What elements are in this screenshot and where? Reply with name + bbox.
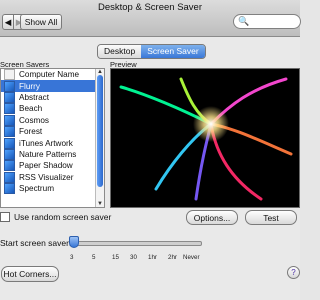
window-title: Desktop & Screen Saver	[97, 2, 203, 13]
screen-saver-list[interactable]: Computer Name Flurry Abstract Beach Cosm…	[0, 68, 105, 208]
start-slider-thumb[interactable]	[69, 236, 79, 248]
toolbar: Desktop & Screen Saver ◀ ▶ Show All 🔍	[0, 0, 301, 37]
list-item[interactable]: iTunes Artwork	[1, 137, 104, 149]
tick-label: 5	[92, 254, 96, 261]
search-field[interactable]: 🔍	[233, 14, 301, 29]
tick-label: 3	[70, 254, 74, 261]
list-item-label: Flurry	[19, 81, 40, 91]
list-item[interactable]: Beach	[1, 103, 104, 115]
random-screensaver-label: Use random screen saver	[14, 212, 112, 222]
list-item[interactable]: Computer Name	[1, 69, 104, 81]
list-item[interactable]: Flurry	[1, 80, 104, 92]
list-scrollbar[interactable]: ▲ ▼	[95, 69, 104, 207]
start-screensaver-label: Start screen saver:	[0, 238, 72, 248]
spectrum-icon	[4, 183, 15, 195]
list-item-label: Cosmos	[19, 115, 50, 125]
list-item-label: Paper Shadow	[19, 161, 73, 171]
list-item[interactable]: Spectrum	[1, 183, 104, 195]
list-item[interactable]: Cosmos	[1, 114, 104, 126]
list-item[interactable]: Nature Patterns	[1, 148, 104, 160]
list-item-label: Spectrum	[19, 184, 55, 194]
rss-visualizer-icon	[4, 171, 15, 183]
computer-name-icon	[4, 69, 15, 81]
list-item[interactable]: Abstract	[1, 91, 104, 103]
tab-screen-saver[interactable]: Screen Saver	[141, 45, 205, 58]
flurry-preview-image	[111, 69, 299, 207]
list-item-label: Beach	[19, 104, 43, 114]
screen-saver-window: Desktop & Screen Saver ◀ ▶ Show All 🔍 De…	[0, 0, 301, 300]
list-item-label: Nature Patterns	[19, 149, 77, 159]
list-item[interactable]: RSS Visualizer	[1, 171, 104, 183]
help-icon: ?	[291, 268, 296, 277]
list-item-label: Forest	[19, 127, 43, 137]
test-button[interactable]: Test	[245, 210, 297, 225]
nature-patterns-icon	[4, 148, 15, 160]
random-screensaver-checkbox[interactable]	[0, 212, 10, 222]
preview-pane	[110, 68, 300, 208]
scroll-down-icon[interactable]: ▼	[96, 201, 104, 207]
itunes-artwork-icon	[4, 137, 15, 149]
hot-corners-button[interactable]: Hot Corners...	[1, 266, 59, 282]
abstract-icon	[4, 91, 15, 103]
list-item[interactable]: Forest	[1, 126, 104, 138]
scroll-thumb[interactable]	[97, 75, 103, 187]
flurry-icon	[4, 80, 15, 92]
search-icon: 🔍	[238, 16, 250, 26]
tab-desktop[interactable]: Desktop	[98, 45, 142, 58]
list-item-label: Computer Name	[19, 70, 80, 80]
forest-icon	[4, 126, 15, 138]
beach-icon	[4, 103, 15, 115]
cosmos-icon	[4, 114, 15, 126]
tick-label: 30	[130, 254, 137, 261]
slider-ticks: 3 5 15 30 1hr 2hr Never	[70, 254, 205, 262]
random-screensaver-option[interactable]: Use random screen saver	[0, 212, 111, 222]
list-item-label: iTunes Artwork	[19, 138, 73, 148]
show-all-button[interactable]: Show All	[20, 14, 62, 30]
list-item-label: Abstract	[19, 92, 50, 102]
tick-label: 1hr	[148, 254, 157, 261]
options-button[interactable]: Options...	[186, 210, 238, 225]
paper-shadow-icon	[4, 160, 15, 172]
back-arrow-icon: ◀	[4, 16, 12, 27]
help-button[interactable]: ?	[287, 266, 300, 279]
start-slider-track[interactable]	[72, 241, 202, 246]
tab-bar: Desktop Screen Saver	[97, 44, 206, 59]
tick-label: Never	[183, 254, 200, 261]
tick-label: 15	[112, 254, 119, 261]
list-item[interactable]: Paper Shadow	[1, 160, 104, 172]
tick-label: 2hr	[168, 254, 177, 261]
list-item-label: RSS Visualizer	[19, 172, 74, 182]
